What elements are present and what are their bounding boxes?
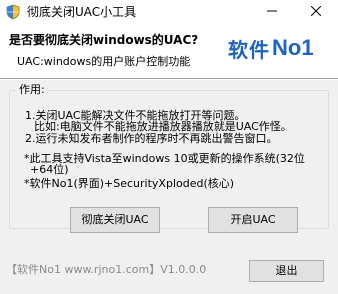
groupbox-label: 作用: bbox=[16, 83, 48, 97]
disable-uac-button[interactable]: 彻底关闭UAC bbox=[70, 207, 160, 233]
info-line: 2.运行未知发布者制作的程序时不再跳出警告窗口。 bbox=[25, 132, 278, 145]
enable-uac-button[interactable]: 开启UAC bbox=[208, 207, 298, 233]
header-banner: 是否要彻底关闭windows的UAC? UAC:windows的用户账户控制功能… bbox=[0, 24, 338, 80]
header-title: 是否要彻底关闭windows的UAC? bbox=[9, 33, 199, 47]
header-subtitle: UAC:windows的用户账户控制功能 bbox=[17, 55, 191, 68]
logo-cn-text: 软件 bbox=[228, 37, 270, 62]
exit-button[interactable]: 退出 bbox=[249, 260, 324, 282]
window-title: 彻底关闭UAC小工具 bbox=[27, 5, 137, 19]
minimize-button[interactable] bbox=[250, 0, 294, 24]
info-groupbox: 作用: 1.关闭UAC能解决文件不能拖放打开等问题。 比如:电脑文件不能拖放进播… bbox=[9, 83, 329, 233]
brand-logo: 软件 No1 bbox=[228, 35, 314, 62]
main-panel: 作用: 1.关闭UAC能解决文件不能拖放打开等问题。 比如:电脑文件不能拖放进播… bbox=[0, 80, 338, 294]
minimize-icon bbox=[267, 5, 277, 19]
app-shield-icon bbox=[5, 4, 21, 20]
logo-en-text: No1 bbox=[272, 35, 314, 60]
close-button[interactable] bbox=[294, 0, 338, 24]
footer-version-text: 【软件No1 www.rjno1.com】V1.0.0.0 bbox=[6, 263, 207, 276]
info-line: +64位) bbox=[30, 163, 69, 176]
close-icon bbox=[310, 5, 322, 19]
info-line: *软件No1(界面)+SecurityXploded(核心) bbox=[24, 177, 235, 190]
uac-tool-window: 彻底关闭UAC小工具 是否要彻底关闭windows的UAC? UAC:windo… bbox=[0, 0, 338, 294]
title-bar[interactable]: 彻底关闭UAC小工具 bbox=[0, 0, 338, 24]
